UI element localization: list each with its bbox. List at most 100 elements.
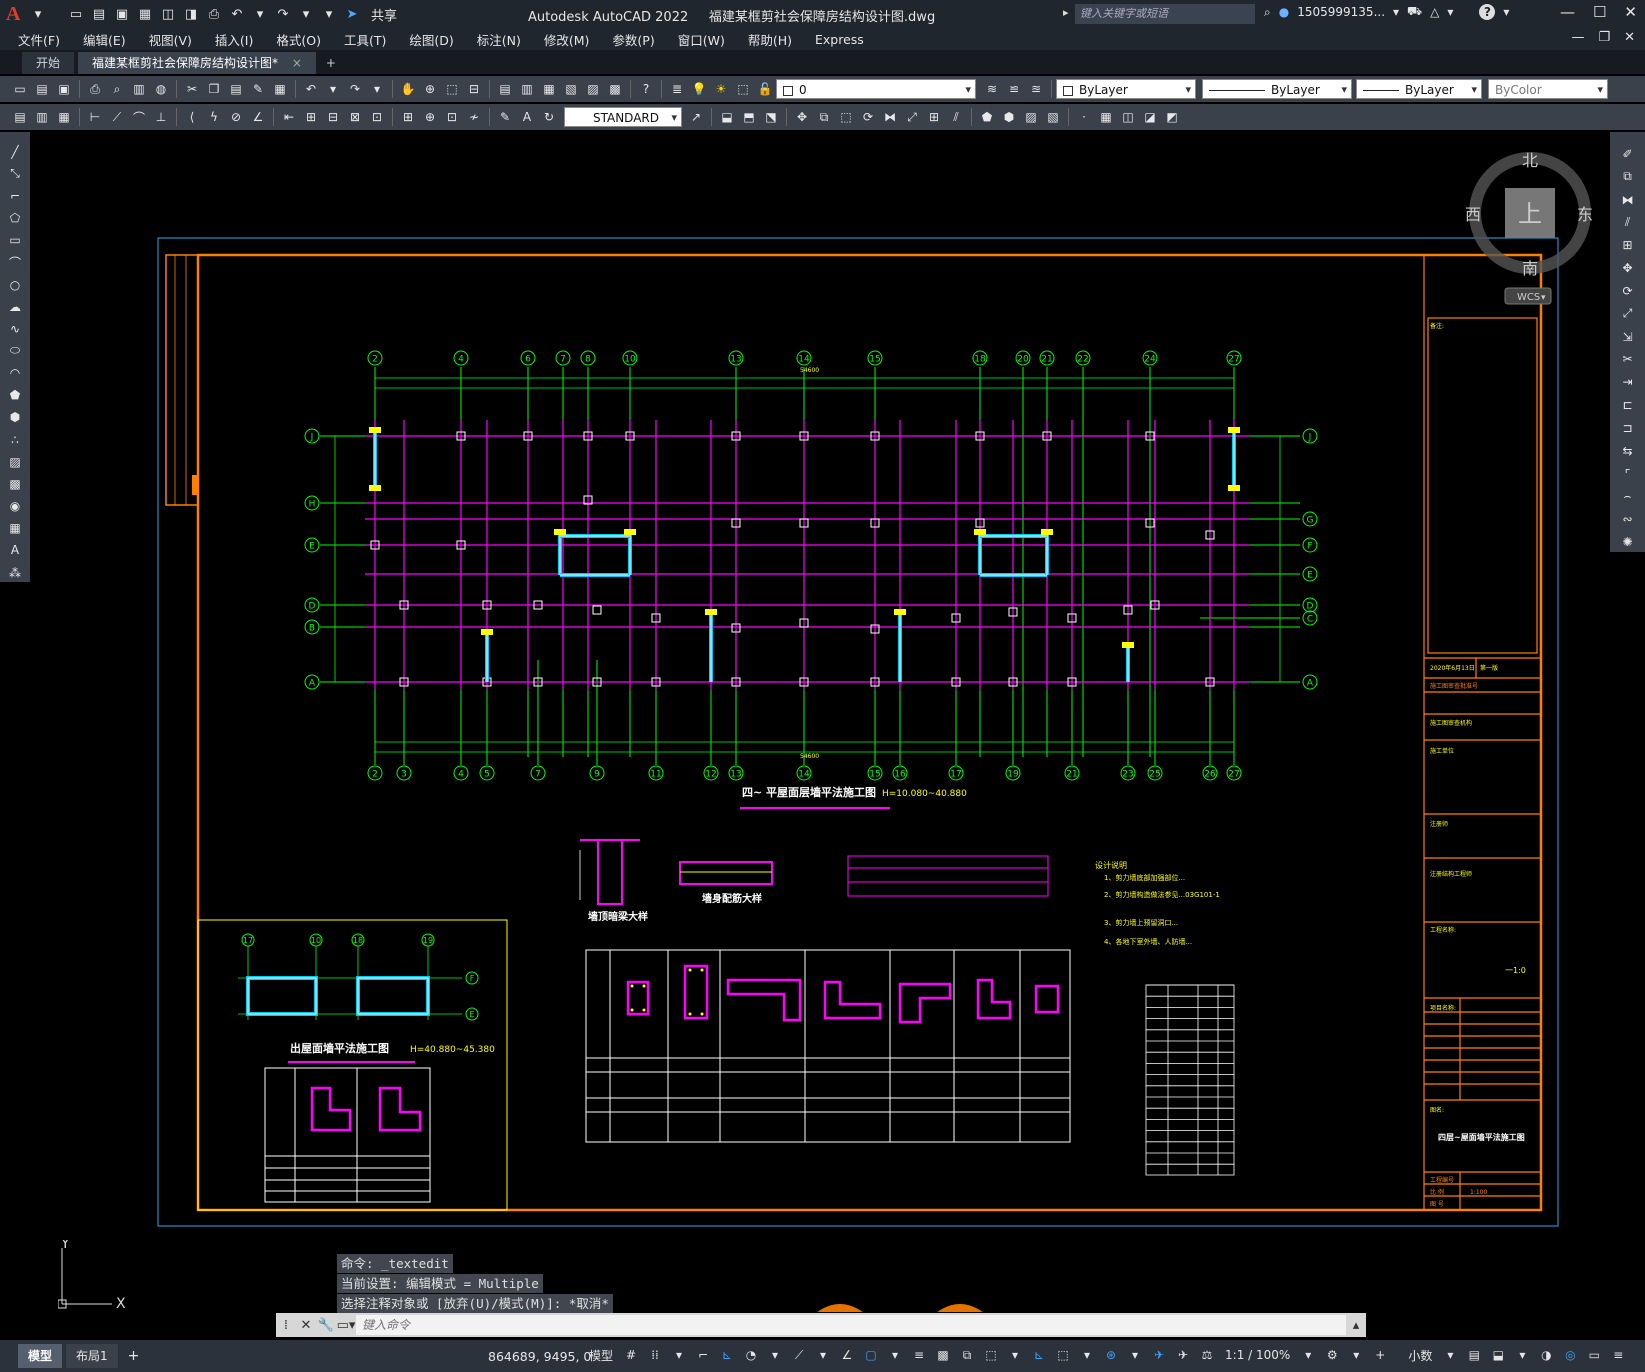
clean-screen-icon[interactable]: ▭ (1584, 1345, 1604, 1365)
chamfer-icon[interactable]: ⌜ (1618, 464, 1638, 484)
zoom-window-icon[interactable]: ⬚ (442, 79, 462, 99)
rectangle-icon[interactable]: ▭ (5, 231, 25, 250)
save-web-icon[interactable]: ◨ (181, 4, 201, 24)
text-style-dropdown[interactable]: STANDARD (564, 107, 682, 128)
app-menu-arrow-icon[interactable]: ▾ (28, 4, 48, 24)
layer-freeze-icon[interactable]: ☀ (711, 79, 731, 99)
redo-dropdown-icon[interactable]: ▾ (296, 4, 316, 24)
plot-icon[interactable]: ⎙ (204, 4, 224, 24)
gizmo-dropdown-icon[interactable]: ▾ (1125, 1345, 1145, 1365)
dim-jogged-icon[interactable]: ϟ (204, 107, 224, 127)
object-snap-dropdown-icon[interactable]: ▾ (885, 1345, 905, 1365)
plot-icon[interactable]: ⎙ (85, 79, 105, 99)
lineweight-dropdown[interactable]: ByLayer (1356, 79, 1482, 100)
user-icon[interactable]: ● (1279, 5, 1289, 19)
zoom-previous-icon[interactable]: ⊟ (464, 79, 484, 99)
zoom-realtime-icon[interactable]: ⊕ (420, 79, 440, 99)
ellipse-icon[interactable]: ⬭ (5, 341, 25, 360)
undo-dropdown-icon[interactable]: ▾ (323, 79, 343, 99)
redo-dropdown-icon[interactable]: ▾ (367, 79, 387, 99)
maximize-icon[interactable]: ☐ (1593, 3, 1606, 21)
selection-filter-icon[interactable]: ⬚ (1053, 1345, 1073, 1365)
menu-help[interactable]: 帮助(H) (748, 30, 792, 49)
command-input[interactable] (356, 1315, 1346, 1335)
quick-dim-icon[interactable]: ⇤ (279, 107, 299, 127)
workspace-icon[interactable]: ⚙ (1322, 1345, 1342, 1365)
line-icon[interactable]: ╱ (5, 142, 25, 161)
search-expand-icon[interactable]: ▸ (1063, 6, 1069, 19)
tolerance-icon[interactable]: ⊞ (398, 107, 418, 127)
isolate-objects-icon[interactable]: ◑ (1536, 1345, 1556, 1365)
join-icon[interactable]: ⇆ (1618, 441, 1638, 461)
new-icon[interactable]: ▭ (66, 4, 86, 24)
quick-properties-icon[interactable]: ▤ (1464, 1345, 1484, 1365)
object-snap-icon[interactable]: ▢ (861, 1345, 881, 1365)
dim-angular-icon[interactable]: ∠ (248, 107, 268, 127)
layer-previous-icon[interactable]: ≌ (1004, 79, 1024, 99)
lineweight-icon[interactable]: ≡ (909, 1345, 929, 1365)
linetype-dropdown[interactable]: ByLayer (1202, 79, 1352, 100)
table-style-icon[interactable]: ▤ (10, 107, 30, 127)
customization-icon[interactable]: ≡ (1608, 1345, 1628, 1365)
layer-properties-icon[interactable]: ≣ (667, 79, 687, 99)
make-current-layer-icon[interactable]: ≋ (982, 79, 1002, 99)
region-icon[interactable]: ◫ (1118, 107, 1138, 127)
menu-edit[interactable]: 编辑(E) (83, 30, 126, 49)
pan-icon[interactable]: ✋ (398, 79, 418, 99)
doc-minimize-icon[interactable]: — (1571, 30, 1584, 45)
add-selected-icon[interactable]: ⁂ (5, 563, 25, 582)
color-dropdown[interactable]: ByLayer (1056, 79, 1196, 100)
dim-diameter-icon[interactable]: ⊘ (226, 107, 246, 127)
command-customize-icon[interactable]: 🔧 (316, 1318, 336, 1333)
command-recent-icon[interactable]: ▭▾ (336, 1318, 356, 1333)
quickcalc-icon[interactable]: ▩ (605, 79, 625, 99)
layer-states-icon[interactable]: ≊ (1026, 79, 1046, 99)
auto-scale-icon[interactable]: ✈ (1173, 1345, 1193, 1365)
layer-on-icon[interactable]: 💡 (689, 79, 709, 99)
snap-dropdown-icon[interactable]: ▾ (669, 1345, 689, 1365)
search-icon[interactable]: ⌕ (1264, 5, 1271, 20)
open-web-icon[interactable]: ◫ (158, 4, 178, 24)
command-history-toggle-icon[interactable]: ▴ (1346, 1318, 1366, 1333)
lock-ui-dropdown-icon[interactable]: ▾ (1512, 1345, 1532, 1365)
layer-viewport-icon[interactable]: ⬚ (733, 79, 753, 99)
dim-baseline-icon[interactable]: ⊞ (301, 107, 321, 127)
layer-dropdown[interactable]: 0 (776, 79, 976, 100)
tool-palettes-icon[interactable]: ▦ (539, 79, 559, 99)
hatch-icon[interactable]: ▨ (1021, 107, 1041, 127)
make-block-icon[interactable]: ⬢ (5, 408, 25, 427)
copy-object-icon[interactable]: ⧉ (814, 107, 834, 127)
3d-print-icon[interactable]: ◍ (151, 79, 171, 99)
insert-block-icon[interactable]: ⬟ (977, 107, 997, 127)
cart-icon[interactable]: ⛟ (1407, 4, 1422, 20)
dim-arc-icon[interactable]: ⌒ (129, 107, 149, 127)
insert-block-icon[interactable]: ⬟ (5, 386, 25, 405)
doc-restore-icon[interactable]: ❐ (1598, 30, 1610, 45)
viewcube-north[interactable]: 北 (1522, 151, 1538, 170)
gradient-icon[interactable]: ▩ (5, 474, 25, 493)
point-icon[interactable]: ∴ (5, 430, 25, 449)
grid-icon[interactable]: # (621, 1345, 641, 1365)
blend-icon[interactable]: ∾ (1618, 509, 1638, 529)
model-space-toggle[interactable]: 模型 (585, 1347, 617, 1364)
doc-close-icon[interactable]: ✕ (1624, 30, 1635, 45)
search-input[interactable]: 键入关键字或短语 (1075, 4, 1255, 24)
table-icon[interactable]: ▦ (5, 519, 25, 538)
annotation-scale-value[interactable]: 1:1 / 100% (1221, 1348, 1294, 1362)
table-icon[interactable]: ▦ (1096, 107, 1116, 127)
polygon-icon[interactable]: ⬠ (5, 208, 25, 227)
array-icon[interactable]: ⊞ (924, 107, 944, 127)
close-icon[interactable]: ✕ (1624, 3, 1637, 21)
design-center-icon[interactable]: ▥ (517, 79, 537, 99)
dim-break-icon[interactable]: ⊡ (367, 107, 387, 127)
region-icon[interactable]: ◉ (5, 497, 25, 516)
group-icon[interactable]: ⬓ (717, 107, 737, 127)
units-dropdown-icon[interactable]: ▾ (1440, 1345, 1460, 1365)
a360-dropdown-icon[interactable]: ▾ (1447, 5, 1453, 19)
move-icon[interactable]: ✥ (1618, 258, 1638, 278)
help-icon[interactable]: ? (636, 79, 656, 99)
annotation-scale-dropdown-icon[interactable]: ▾ (1298, 1345, 1318, 1365)
erase-icon[interactable]: ✐ (1618, 144, 1638, 164)
undo-icon[interactable]: ↶ (227, 4, 247, 24)
annotation-scale-icon[interactable]: ⚖ (1197, 1345, 1217, 1365)
